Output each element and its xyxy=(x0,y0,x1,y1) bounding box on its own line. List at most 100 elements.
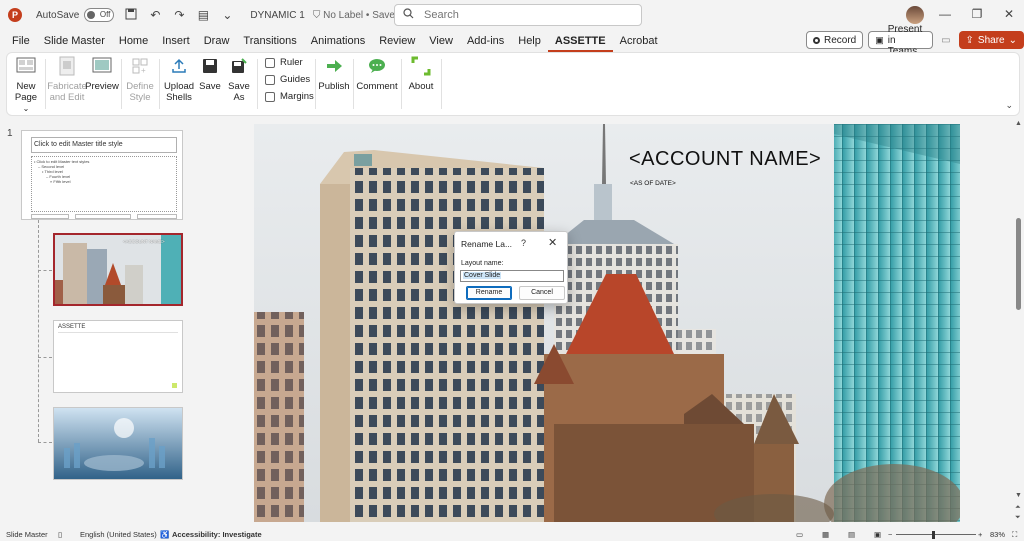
menu-tab-slide-master[interactable]: Slide Master xyxy=(37,30,112,52)
avatar[interactable] xyxy=(906,6,924,24)
zoom-out-icon[interactable]: − xyxy=(888,530,892,539)
menu-tab-acrobat[interactable]: Acrobat xyxy=(613,30,665,52)
zoom-level[interactable]: 83% xyxy=(990,530,1005,539)
cancel-button[interactable]: Cancel xyxy=(519,286,565,300)
scrollbar-thumb[interactable] xyxy=(1016,218,1021,310)
preview-button[interactable]: Preview xyxy=(85,55,119,92)
autosave-toggle[interactable]: Off xyxy=(84,8,115,22)
menu-tab-transitions[interactable]: Transitions xyxy=(236,30,303,52)
presenter-view-icon[interactable]: ▣ xyxy=(874,530,881,539)
menu-tab-review[interactable]: Review xyxy=(372,30,422,52)
close-icon[interactable]: ✕ xyxy=(1002,7,1016,21)
prev-slide-icon[interactable]: ⏶ xyxy=(1015,504,1021,512)
fabricate-label: Fabricate and Edit xyxy=(47,81,87,103)
account-name-placeholder[interactable]: <ACCOUNT NAME> xyxy=(629,148,821,171)
ribbon-separator xyxy=(401,59,402,109)
guides-label: Guides xyxy=(280,74,311,85)
help-icon[interactable]: ? xyxy=(521,238,526,248)
master-title-placeholder: Click to edit Master title style xyxy=(31,137,177,153)
checkbox-box xyxy=(265,74,275,85)
rename-layout-dialog: Rename La... ? ✕ Layout name: Cover Slid… xyxy=(454,231,568,304)
search-input[interactable] xyxy=(424,9,624,21)
collapse-ribbon-icon[interactable]: ⌄ xyxy=(1005,100,1013,111)
publish-button[interactable]: Publish xyxy=(318,55,350,92)
svg-text:+: + xyxy=(141,66,146,75)
new-page-button[interactable]: New Page ⌄ xyxy=(11,55,41,114)
share-button[interactable]: ⇪ Share ⌄ xyxy=(958,31,1024,49)
fabricate-and-edit-button[interactable]: Fabricate and Edit xyxy=(47,55,87,103)
cover-thumbnail-image xyxy=(55,235,181,304)
close-icon[interactable]: ✕ xyxy=(548,236,557,249)
normal-view-icon[interactable]: ▭ xyxy=(796,530,803,539)
menu-tab-add-ins[interactable]: Add-ins xyxy=(460,30,511,52)
menu-tab-draw[interactable]: Draw xyxy=(197,30,237,52)
ribbon-separator xyxy=(441,59,442,109)
scroll-down-icon[interactable]: ▼ xyxy=(1015,492,1022,499)
accessibility-status[interactable]: Accessibility: Investigate xyxy=(172,530,262,539)
slide-sorter-icon[interactable]: ▦ xyxy=(822,530,829,539)
menu-tab-help[interactable]: Help xyxy=(511,30,548,52)
next-slide-icon[interactable]: ⏷ xyxy=(1015,514,1021,522)
comment-button[interactable]: Comment xyxy=(356,55,398,92)
menu-tab-insert[interactable]: Insert xyxy=(155,30,197,52)
minimize-icon[interactable]: — xyxy=(938,7,952,21)
layout-name-input[interactable]: Cover Slide xyxy=(460,270,564,282)
teams-icon: ▣ xyxy=(875,34,884,45)
ribbon-separator xyxy=(159,59,160,109)
fit-to-window-icon[interactable]: ⛶ xyxy=(1012,530,1017,540)
present-in-teams-button[interactable]: ▣ Present in Teams xyxy=(868,24,934,57)
menu-tab-assette[interactable]: ASSETTE xyxy=(547,30,613,52)
preview-label: Preview xyxy=(85,81,119,92)
record-button[interactable]: Record xyxy=(806,31,864,49)
slide-number: 1 xyxy=(7,128,13,139)
notes-icon[interactable]: ▯ xyxy=(58,530,62,539)
menu-tab-view[interactable]: View xyxy=(422,30,460,52)
layout-thumbnail-finance[interactable] xyxy=(53,407,183,480)
menu-tab-animations[interactable]: Animations xyxy=(304,30,372,52)
restore-icon[interactable]: ❐ xyxy=(970,7,984,21)
dropdown-chevron-icon[interactable]: ⌄ xyxy=(220,8,234,22)
margins-label: Margins xyxy=(280,91,314,102)
menu-tab-home[interactable]: Home xyxy=(112,30,155,52)
layout-thumbnail-cover[interactable]: <ACCOUNT NAME> xyxy=(53,233,183,306)
comments-icon[interactable]: ▭ xyxy=(941,35,950,46)
customize-icon[interactable]: ▤ xyxy=(196,8,210,22)
ruler-checkbox[interactable]: Ruler xyxy=(265,57,303,68)
language-label[interactable]: English (United States) xyxy=(80,530,157,539)
vertical-scrollbar[interactable]: ▲ ▼ ⏶ ⏷ xyxy=(1014,120,1024,528)
about-button[interactable]: About xyxy=(405,55,437,92)
tree-connector xyxy=(38,220,39,442)
define-style-button[interactable]: + Define Style xyxy=(125,55,155,103)
save-label: Save xyxy=(199,81,221,92)
save-as-label: Save As xyxy=(228,81,250,103)
layout-thumbnail-assette[interactable]: ASSETTE xyxy=(53,320,183,393)
reading-view-icon[interactable]: ▤ xyxy=(848,530,855,539)
powerpoint-logo-icon: P xyxy=(8,8,22,22)
margins-checkbox[interactable]: Margins xyxy=(265,91,314,102)
zoom-slider-knob[interactable] xyxy=(932,531,935,539)
layout-name-label: Layout name: xyxy=(461,260,504,267)
share-icon: ⇪ xyxy=(965,34,974,46)
thumb-divider xyxy=(58,332,178,333)
as-of-date-placeholder[interactable]: <AS OF DATE> xyxy=(630,180,676,187)
save-as-icon xyxy=(228,55,250,77)
scroll-up-icon[interactable]: ▲ xyxy=(1015,120,1022,127)
master-body-placeholder: • Click to edit Master text styles – Sec… xyxy=(31,156,177,212)
save-as-button[interactable]: Save As xyxy=(225,55,253,103)
zoom-in-icon[interactable]: + xyxy=(978,530,982,539)
zoom-slider-track[interactable] xyxy=(896,534,976,535)
menu-right-actions: Record ▣ Present in Teams ▭ ⇪ Share ⌄ xyxy=(806,24,1024,57)
menu-tab-file[interactable]: File xyxy=(5,30,37,52)
upload-shells-button[interactable]: Upload Shells xyxy=(163,55,195,103)
slide-canvas[interactable]: <ACCOUNT NAME> <AS OF DATE> xyxy=(254,124,960,522)
rename-button[interactable]: Rename xyxy=(466,286,512,300)
assette-brand-label: ASSETTE xyxy=(58,324,86,330)
guides-checkbox[interactable]: Guides xyxy=(265,74,310,85)
save-icon[interactable] xyxy=(124,8,138,23)
save-button[interactable]: Save xyxy=(197,55,223,92)
undo-icon[interactable]: ↶ xyxy=(148,8,162,22)
search-box[interactable] xyxy=(394,4,642,26)
slide-master-thumbnail[interactable]: Click to edit Master title style • Click… xyxy=(21,130,183,220)
toggle-knob xyxy=(87,11,96,19)
redo-icon[interactable]: ↷ xyxy=(172,8,186,22)
